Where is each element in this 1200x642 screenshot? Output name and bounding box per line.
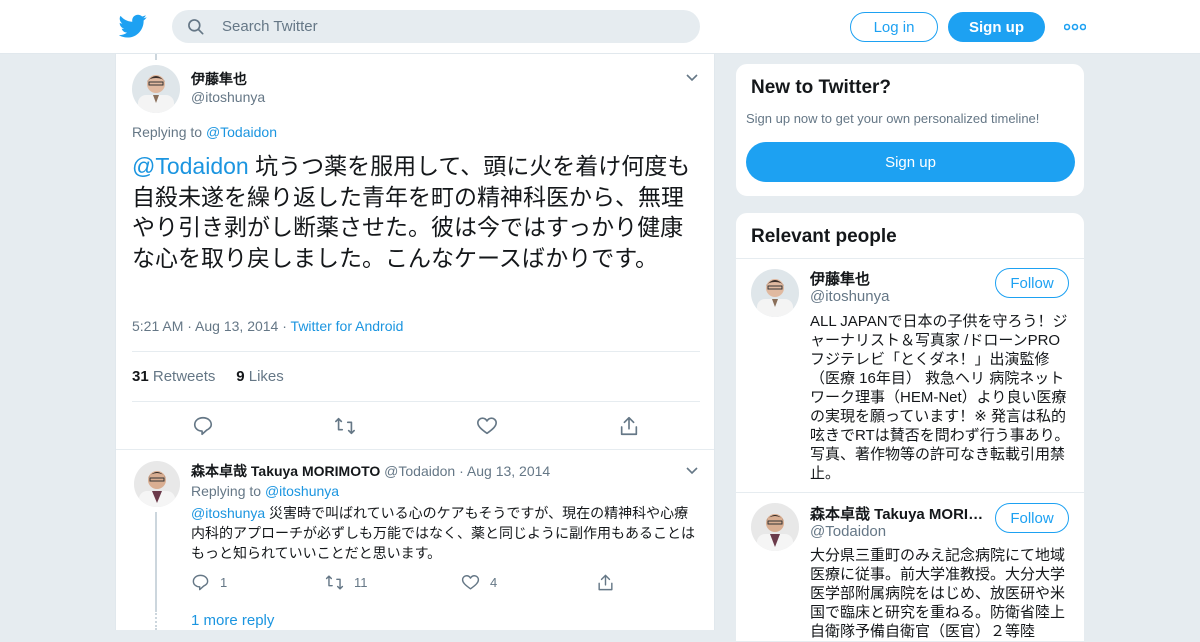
person-avatar[interactable]	[751, 269, 799, 317]
replying-prefix: Replying to	[191, 483, 262, 499]
chevron-down-icon[interactable]	[685, 466, 699, 476]
divider	[116, 449, 714, 450]
reply-author-name[interactable]: 森本卓哉 Takuya MORIMOTO	[191, 463, 380, 479]
follow-button[interactable]: Follow	[995, 268, 1069, 298]
author-handle[interactable]: @itoshunya	[191, 89, 265, 105]
reply-like-action[interactable]: 4	[461, 573, 497, 592]
retweet-count: 11	[354, 575, 368, 590]
relevant-people-title: Relevant people	[751, 226, 897, 247]
reply-reply-action[interactable]: 1	[191, 573, 227, 592]
author-name[interactable]: 伊藤隼也	[191, 69, 247, 89]
person-name[interactable]: 伊藤隼也	[810, 268, 990, 289]
reply-replying-to: Replying to @itoshunya	[191, 483, 339, 499]
reply-icon	[192, 574, 209, 591]
mention-link[interactable]: @Todaidon	[132, 153, 249, 179]
author-avatar[interactable]	[132, 65, 180, 113]
divider	[736, 492, 1084, 493]
reply-icon[interactable]	[192, 415, 214, 437]
sidebar-signup-button[interactable]: Sign up	[746, 142, 1075, 182]
divider	[736, 258, 1084, 259]
more-replies-link[interactable]: 1 more reply	[191, 612, 274, 629]
twitter-bird-icon[interactable]	[119, 12, 147, 40]
tweet-date[interactable]: Aug 13, 2014	[195, 318, 278, 334]
search-input[interactable]	[222, 10, 682, 43]
replying-to: Replying to @Todaidon	[132, 124, 277, 140]
reply-body: 災害時で叫ばれている心のケアもそうですが、現在の精神科や心療内科的アプローチが必…	[191, 505, 695, 561]
relevant-people-card: Relevant people 伊藤隼也 @itoshunya Follow A…	[735, 212, 1085, 642]
like-heart-icon[interactable]	[476, 415, 498, 437]
reply-author-avatar[interactable]	[134, 461, 180, 507]
person-bio: 大分県三重町のみえ記念病院にて地域医療に従事。前大学准教授。大分大学医学部附属病…	[810, 547, 1066, 640]
replying-to-link[interactable]: @itoshunya	[265, 483, 339, 499]
likes-count: 9	[236, 368, 245, 385]
reply-count: 1	[220, 575, 228, 590]
tweet-text: @Todaidon 坑うつ薬を服用して、頭に火を着け何度も自殺未遂を繰り返した青…	[132, 151, 704, 273]
likes-stat[interactable]: 9 Likes	[236, 368, 284, 385]
signup-button[interactable]: Sign up	[948, 12, 1045, 42]
mention-link[interactable]: @itoshunya	[191, 505, 265, 521]
retweet-icon[interactable]	[334, 415, 356, 437]
divider	[132, 401, 700, 402]
top-navigation-bar: Log in Sign up	[0, 0, 1200, 54]
signup-card-title: New to Twitter?	[751, 77, 892, 98]
search-icon	[188, 19, 204, 35]
more-dots-icon[interactable]	[1064, 22, 1086, 32]
person-bio: ALL JAPANで日本の子供を守ろう！ジャーナリスト＆写真家 /ドローンPRO…	[810, 313, 1070, 482]
retweets-stat[interactable]: 31 Retweets	[132, 368, 215, 385]
retweets-label: Retweets	[152, 368, 216, 385]
replying-to-link[interactable]: @Todaidon	[206, 124, 277, 140]
thread-line	[155, 512, 157, 612]
reply-retweet-action[interactable]: 11	[325, 573, 368, 592]
share-icon	[598, 574, 613, 591]
tweet-meta: 5:21 AM · Aug 13, 2014 · Twitter for And…	[132, 318, 404, 334]
share-icon[interactable]	[618, 415, 640, 437]
like-count: 4	[490, 575, 498, 590]
chevron-down-icon[interactable]	[685, 73, 699, 83]
search-box[interactable]	[172, 10, 700, 43]
login-button[interactable]: Log in	[850, 12, 938, 42]
tweet-column: 伊藤隼也 @itoshunya Replying to @Todaidon @T…	[115, 54, 715, 630]
like-heart-icon	[461, 575, 480, 590]
person-avatar[interactable]	[751, 503, 799, 551]
follow-button[interactable]: Follow	[995, 503, 1069, 533]
likes-label: Likes	[248, 368, 284, 385]
reply-date[interactable]: Aug 13, 2014	[467, 463, 550, 479]
reply-share-action[interactable]	[596, 573, 615, 592]
thread-line	[155, 54, 157, 60]
signup-card: New to Twitter? Sign up now to get your …	[735, 63, 1085, 197]
tweet-source[interactable]: Twitter for Android	[291, 318, 404, 334]
reply-author-handle[interactable]: @Todaidon	[384, 463, 455, 479]
person-handle[interactable]: @Todaidon	[810, 523, 886, 540]
person-name[interactable]: 森本卓哉 Takuya MORIMOTO	[810, 503, 990, 524]
person-handle[interactable]: @itoshunya	[810, 288, 889, 305]
tweet-time[interactable]: 5:21 AM	[132, 318, 183, 334]
divider	[132, 351, 700, 352]
retweet-icon	[325, 575, 344, 590]
replying-prefix: Replying to	[132, 124, 203, 140]
thread-dots	[155, 610, 157, 630]
reply-header: 森本卓哉 Takuya MORIMOTO @Todaidon · Aug 13,…	[191, 463, 551, 479]
tweet-stats: 31 Retweets 9 Likes	[132, 368, 284, 385]
signup-card-subtitle: Sign up now to get your own personalized…	[746, 111, 1040, 126]
reply-text: @itoshunya 災害時で叫ばれている心のケアもそうですが、現在の精神科や心…	[191, 503, 701, 563]
retweets-count: 31	[132, 368, 149, 385]
